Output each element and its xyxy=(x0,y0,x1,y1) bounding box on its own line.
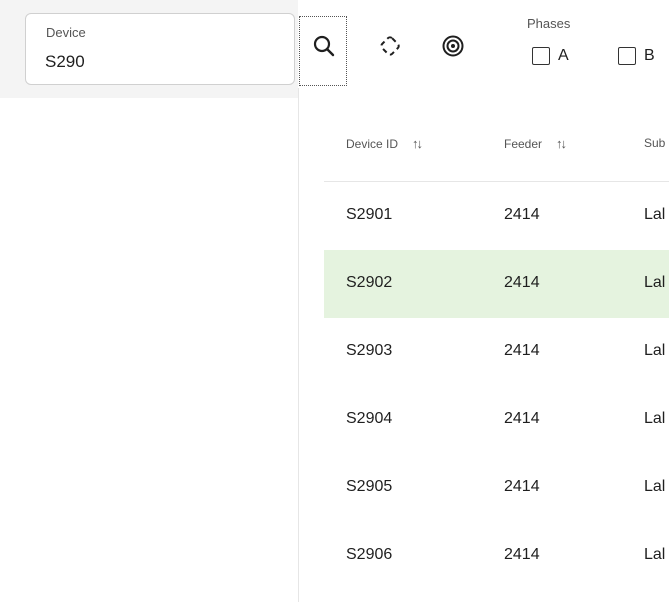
column-header-sub[interactable]: Sub xyxy=(644,136,665,150)
device-input[interactable] xyxy=(45,50,275,74)
table-row[interactable]: S2901 2414 Lal xyxy=(324,182,669,250)
table-row[interactable]: S2906 2414 Lal xyxy=(324,522,669,590)
phase-b-checkbox[interactable]: B xyxy=(618,47,655,65)
phase-b-label: B xyxy=(644,47,655,64)
sort-icon[interactable]: ↑↓ xyxy=(556,136,567,151)
cell-sub: Lal xyxy=(644,342,666,359)
cell-device-id: S2905 xyxy=(346,478,393,495)
sort-icon[interactable]: ↑↓ xyxy=(412,136,423,151)
pane-divider xyxy=(298,88,299,602)
phase-a-checkbox[interactable]: A xyxy=(532,47,569,65)
search-icon xyxy=(312,34,336,63)
cell-feeder: 2414 xyxy=(504,342,540,359)
table-row[interactable]: S2905 2414 Lal xyxy=(324,454,669,522)
cell-feeder: 2414 xyxy=(504,478,540,495)
cell-feeder: 2414 xyxy=(504,546,540,563)
locate-button[interactable] xyxy=(433,28,473,68)
device-field[interactable]: Device xyxy=(25,13,295,85)
cell-sub: Lal xyxy=(644,410,666,427)
target-icon xyxy=(441,34,465,63)
table-row[interactable]: S2904 2414 Lal xyxy=(324,386,669,454)
cell-sub: Lal xyxy=(644,478,666,495)
cell-feeder: 2414 xyxy=(504,274,540,291)
unlink-button[interactable] xyxy=(370,28,410,68)
cell-device-id: S2904 xyxy=(346,410,393,427)
checkbox-box[interactable] xyxy=(618,47,636,65)
device-field-label: Device xyxy=(46,25,86,40)
column-label: Feeder xyxy=(504,136,543,151)
cell-device-id: S2902 xyxy=(346,274,393,291)
table-row-selected[interactable]: S2902 2414 Lal xyxy=(324,250,669,318)
table-row[interactable]: S2903 2414 Lal xyxy=(324,318,669,386)
search-panel: Device xyxy=(0,0,298,98)
cell-feeder: 2414 xyxy=(504,206,540,223)
cell-sub: Lal xyxy=(644,206,666,223)
cell-device-id: S2906 xyxy=(346,546,393,563)
phase-a-label: A xyxy=(558,47,569,64)
cell-device-id: S2903 xyxy=(346,342,393,359)
cell-sub: Lal xyxy=(644,546,666,563)
column-header-device-id[interactable]: Device ID ↑↓ xyxy=(346,136,423,151)
search-button[interactable] xyxy=(304,28,344,68)
column-label: Sub xyxy=(644,136,666,150)
checkbox-box[interactable] xyxy=(532,47,550,65)
cell-sub: Lal xyxy=(644,274,666,291)
column-header-feeder[interactable]: Feeder ↑↓ xyxy=(504,136,567,151)
column-label: Device ID xyxy=(346,136,399,151)
cell-device-id: S2901 xyxy=(346,206,393,223)
link-off-icon xyxy=(378,34,402,63)
phases-label: Phases xyxy=(527,16,571,31)
cell-feeder: 2414 xyxy=(504,410,540,427)
